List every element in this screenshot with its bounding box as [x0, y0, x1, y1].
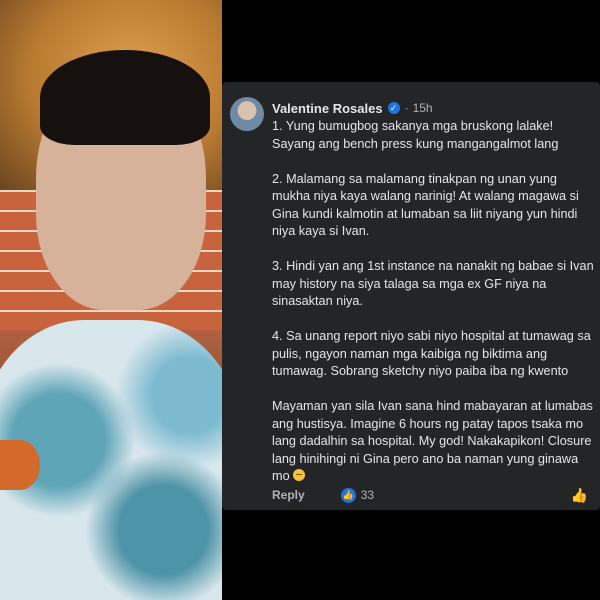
unamused-face-emoji-icon — [292, 469, 305, 481]
thumbs-up-outline-icon[interactable]: 👍 — [571, 486, 588, 504]
reply-button[interactable]: Reply — [272, 488, 305, 502]
profile-photo — [0, 0, 222, 600]
like-count[interactable]: 33 — [361, 488, 374, 502]
verified-badge-icon: ✓ — [387, 102, 400, 114]
comment-paragraph-text: Mayaman yan sila Ivan sana hind mabayara… — [272, 399, 593, 483]
avatar[interactable] — [230, 97, 264, 131]
comment-timestamp[interactable]: 15h — [413, 101, 433, 115]
comment-paragraph: 4. Sa unang report niyo sabi niyo hospit… — [272, 329, 591, 378]
comment-header: Valentine Rosales ✓ · 15h — [272, 99, 433, 117]
comment-body: 1. Yung bumugbog sakanya mga bruskong la… — [272, 118, 594, 503]
comment-paragraph: 1. Yung bumugbog sakanya mga bruskong la… — [272, 119, 559, 151]
like-reaction-icon[interactable]: 👍 — [340, 487, 356, 503]
comment-paragraph: 3. Hindi yan ang 1st instance na nanakit… — [272, 259, 594, 308]
separator: · — [404, 101, 409, 115]
comment-paragraph-last: Mayaman yan sila Ivan sana hind mabayara… — [272, 398, 594, 486]
author-name[interactable]: Valentine Rosales — [272, 101, 383, 116]
comment-paragraph: 2. Malamang sa malamang tinakpan ng unan… — [272, 171, 579, 239]
person-hair — [40, 50, 210, 145]
comment-actions: Reply 👍 33 👍 — [272, 486, 594, 504]
comment-card: Valentine Rosales ✓ · 15h 1. Yung bumugb… — [222, 82, 600, 510]
shirt-logo — [0, 440, 40, 490]
